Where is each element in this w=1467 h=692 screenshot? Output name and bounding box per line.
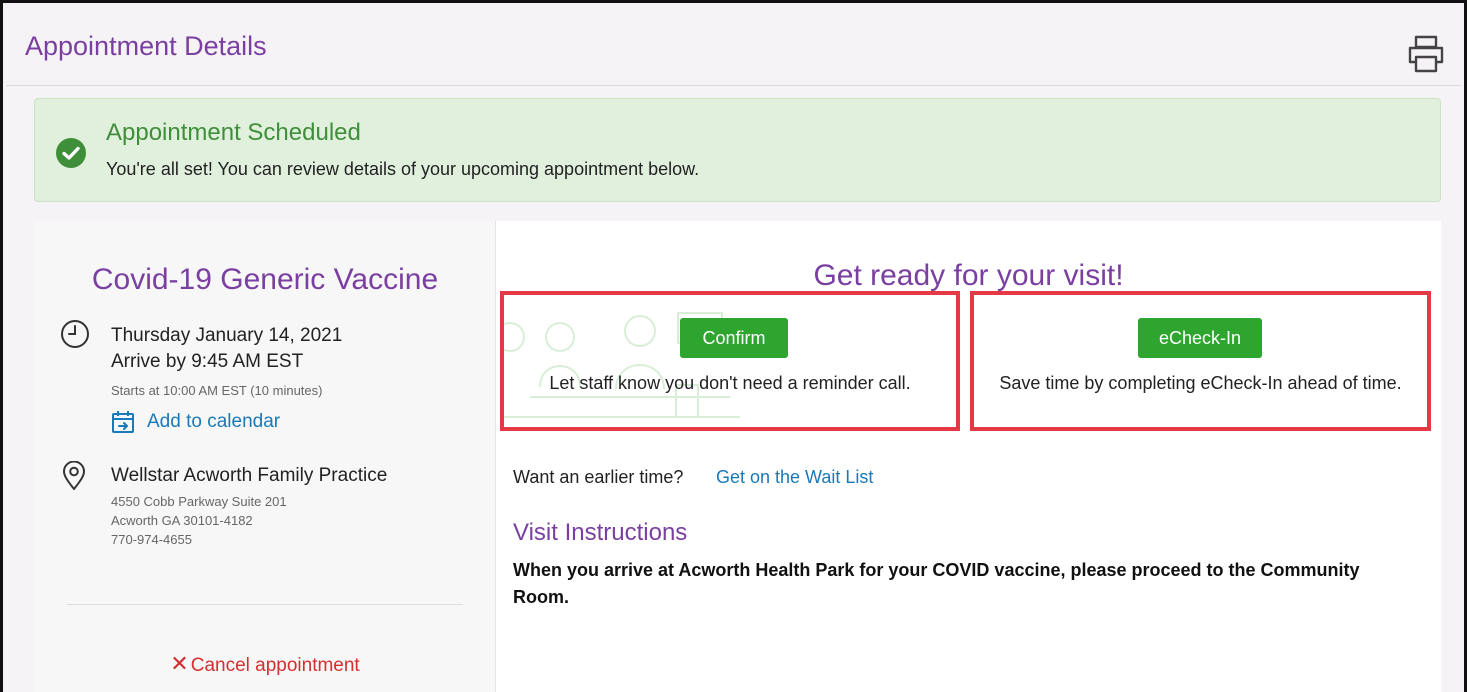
close-icon: ✕: [170, 651, 189, 676]
success-banner: Appointment Scheduled You're all set! Yo…: [34, 98, 1441, 202]
echeck-in-section: eCheck-In Save time by completing eCheck…: [970, 291, 1431, 431]
page-title: Appointment Details: [25, 31, 267, 61]
echeck-in-description: Save time by completing eCheck-In ahead …: [999, 373, 1402, 393]
confirm-description: Let staff know you don't need a reminder…: [549, 373, 911, 393]
confirm-section: Confirm Let staff know you don't need a …: [500, 291, 960, 431]
check-circle-icon: [55, 137, 87, 169]
location-phone: 770-974-4655: [111, 532, 192, 547]
add-to-calendar-link[interactable]: Add to calendar: [147, 411, 280, 433]
location-street: 4550 Cobb Parkway Suite 201: [111, 494, 287, 509]
visit-instructions-text: When you arrive at Acworth Health Park f…: [513, 560, 1360, 607]
get-ready-title: Get ready for your visit!: [813, 259, 1124, 292]
banner-title: Appointment Scheduled: [106, 119, 361, 146]
calendar-add-icon[interactable]: [111, 410, 135, 434]
appointment-summary: Covid-19 Generic Vaccine Thursday Januar…: [34, 221, 496, 692]
visit-instructions-title: Visit Instructions: [513, 519, 688, 546]
wait-list-question: Want an earlier time?: [513, 467, 684, 487]
clock-icon: [60, 319, 90, 349]
appointment-date: Thursday January 14, 2021: [111, 325, 343, 346]
banner-message: You're all set! You can review details o…: [106, 159, 700, 179]
printer-icon[interactable]: [1405, 33, 1447, 75]
header-divider: [6, 85, 1461, 86]
location-name: Wellstar Acworth Family Practice: [111, 465, 388, 486]
cancel-label: Cancel appointment: [190, 655, 360, 676]
appointment-card: Covid-19 Generic Vaccine Thursday Januar…: [34, 221, 1441, 692]
arrive-time: Arrive by 9:45 AM EST: [111, 351, 304, 372]
location-pin-icon: [61, 460, 87, 491]
echeck-in-button[interactable]: eCheck-In: [1138, 318, 1262, 358]
app-frame: Appointment Details Appointment Schedule…: [0, 0, 1467, 692]
location-city: Acworth GA 30101-4182: [111, 513, 253, 528]
confirm-button[interactable]: Confirm: [680, 318, 788, 358]
wait-list-link[interactable]: Get on the Wait List: [716, 467, 873, 488]
start-time: Starts at 10:00 AM EST (10 minutes): [111, 383, 323, 398]
summary-divider: [67, 604, 463, 605]
appointment-title: Covid-19 Generic Vaccine: [91, 263, 439, 296]
cancel-appointment-link[interactable]: ✕ Cancel appointment: [34, 651, 496, 677]
